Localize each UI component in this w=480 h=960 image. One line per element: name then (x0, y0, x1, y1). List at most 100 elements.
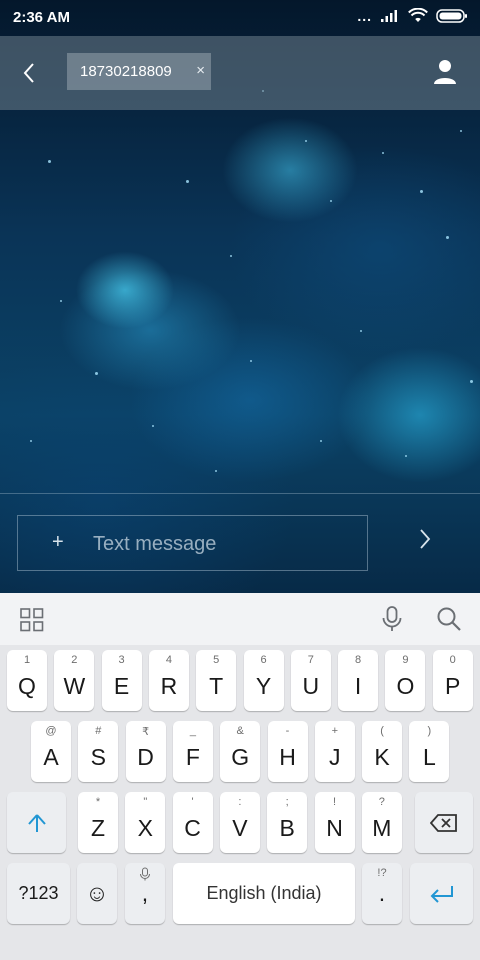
key-label: A (43, 744, 59, 770)
key-label: K (374, 744, 390, 770)
send-button[interactable] (410, 522, 440, 556)
period-key[interactable]: !? . (362, 863, 402, 924)
star-dot (215, 470, 217, 472)
key-x[interactable]: " X (125, 792, 166, 853)
comma-key[interactable]: , (125, 863, 165, 924)
space-key[interactable]: English (India) (173, 863, 355, 924)
key-h[interactable]: -H (267, 721, 308, 782)
microphone-icon[interactable] (380, 605, 404, 633)
apps-grid-icon[interactable] (20, 608, 44, 632)
symbols-label: ?123 (18, 883, 59, 903)
microphone-hint-icon (140, 867, 150, 881)
star-dot (446, 236, 449, 239)
key-d[interactable]: ₹ D (125, 721, 166, 782)
recipient-chip[interactable]: 18730218809 × (67, 53, 211, 90)
emoji-key[interactable]: ☺ (77, 863, 117, 924)
comma-label: , (141, 880, 149, 906)
remove-recipient-icon[interactable]: × (196, 62, 205, 79)
key-k[interactable]: (K (362, 721, 403, 782)
key-hint: & (236, 725, 244, 737)
status-bar: 2:36 AM ... (0, 0, 480, 36)
key-label: E (113, 673, 130, 699)
key-hint: " (143, 796, 148, 808)
star-dot (460, 130, 462, 132)
key-r[interactable]: 4R (148, 650, 189, 711)
star-dot (382, 152, 384, 154)
key-l[interactable]: ) L (409, 721, 450, 782)
battery-icon (436, 9, 467, 23)
enter-key[interactable] (410, 863, 473, 924)
compose-box[interactable]: + (17, 515, 368, 571)
symbols-key[interactable]: ?123 (7, 863, 70, 924)
key-hint: 4 (165, 654, 172, 666)
key-o[interactable]: 9O (385, 650, 426, 711)
back-button[interactable] (14, 58, 44, 88)
search-icon[interactable] (436, 606, 462, 632)
key-hint: @ (45, 725, 57, 737)
key-label: H (279, 744, 296, 770)
recipient-number: 18730218809 (80, 63, 172, 80)
key-s[interactable]: # S (78, 721, 119, 782)
enter-icon (430, 885, 453, 903)
star-dot (186, 180, 189, 183)
key-a[interactable]: @ A (31, 721, 71, 782)
key-label: F (185, 744, 200, 770)
chevron-right-icon (420, 529, 431, 549)
key-z[interactable]: * Z (78, 792, 118, 853)
key-m[interactable]: ? M (361, 792, 402, 853)
compose-divider (0, 493, 480, 494)
backspace-icon (430, 813, 457, 832)
key-label: M (372, 815, 392, 841)
key-f[interactable]: _ F (172, 721, 213, 782)
key-hint: 9 (402, 654, 409, 666)
key-hint: ( (380, 725, 384, 737)
star-dot (360, 330, 362, 332)
key-t[interactable]: 5T (196, 650, 237, 711)
star-dot (95, 372, 98, 375)
keyboard: ?123 ☺ , English (India) !? . 1Q2W3E4R5T… (0, 645, 480, 960)
key-hint: * (95, 796, 101, 808)
key-label: W (63, 673, 86, 699)
key-hint: 3 (118, 654, 125, 666)
key-i[interactable]: 8I (338, 650, 379, 711)
key-hint: 2 (71, 654, 78, 666)
key-label: X (137, 815, 153, 841)
star-dot (30, 440, 32, 442)
status-dots: ... (357, 8, 372, 24)
status-time: 2:36 AM (13, 9, 70, 26)
key-hint: + (331, 725, 339, 737)
add-attachment-icon[interactable]: + (52, 531, 64, 554)
key-label: Y (255, 673, 272, 699)
key-e[interactable]: 3E (101, 650, 142, 711)
message-input[interactable] (93, 532, 353, 556)
star-dot (330, 200, 332, 202)
wifi-icon (408, 8, 428, 22)
key-hint: ; (285, 796, 289, 808)
conversation-header: 18730218809 × (0, 36, 480, 110)
key-n[interactable]: ! N (314, 792, 355, 853)
shift-key[interactable] (7, 792, 66, 853)
key-j[interactable]: + J (314, 721, 355, 782)
key-b[interactable]: ; B (267, 792, 308, 853)
key-hint: _ (189, 725, 196, 737)
backspace-key[interactable] (415, 792, 473, 853)
key-u[interactable]: 7U (290, 650, 331, 711)
emoji-icon: ☺ (85, 880, 109, 906)
key-g[interactable]: & G (220, 721, 261, 782)
key-c[interactable]: ' C (172, 792, 213, 853)
star-dot (250, 360, 252, 362)
key-hint: ' (191, 796, 194, 808)
contact-icon[interactable] (432, 58, 458, 86)
key-label: L (422, 744, 436, 770)
key-q[interactable]: 1Q (7, 650, 47, 711)
period-hint: !? (377, 867, 387, 879)
key-label: Q (18, 673, 36, 699)
key-p[interactable]: 0P (432, 650, 473, 711)
key-hint: ) (427, 725, 432, 737)
key-y[interactable]: 6Y (243, 650, 284, 711)
key-w[interactable]: 2W (54, 650, 95, 711)
signal-icon (381, 10, 397, 22)
key-v[interactable]: :V (219, 792, 260, 853)
star-dot (420, 190, 423, 193)
key-hint: 7 (307, 654, 314, 666)
